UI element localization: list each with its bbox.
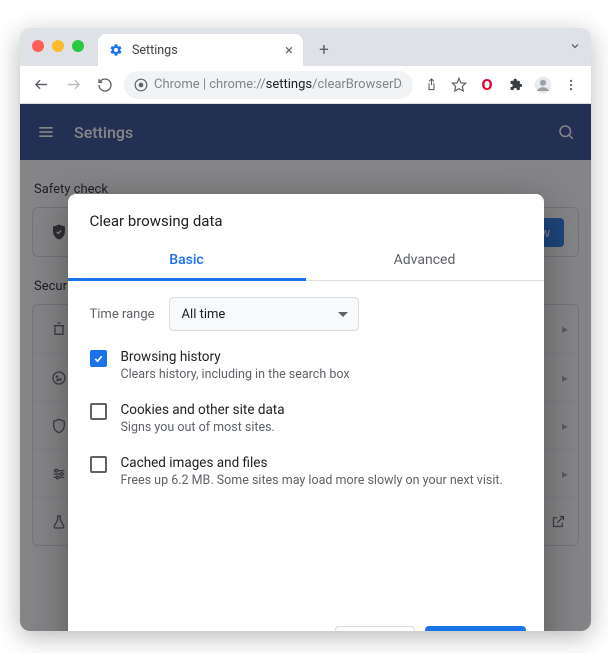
profile-avatar-icon[interactable] xyxy=(531,73,555,97)
time-range-label: Time range xyxy=(90,307,155,322)
time-range-value: All time xyxy=(182,307,226,322)
option-sub: Frees up 6.2 MB. Some sites may load mor… xyxy=(121,473,503,488)
close-window-icon[interactable] xyxy=(32,40,44,52)
tab-advanced[interactable]: Advanced xyxy=(306,242,544,280)
option-sub: Clears history, including in the search … xyxy=(121,367,350,382)
chevron-down-icon xyxy=(338,312,348,317)
extensions-puzzle-icon[interactable] xyxy=(503,73,527,97)
checkbox-cookies[interactable] xyxy=(90,403,107,420)
option-heading: Cookies and other site data xyxy=(121,402,285,418)
option-heading: Cached images and files xyxy=(121,455,503,471)
minimize-window-icon[interactable] xyxy=(52,40,64,52)
checkbox-cache[interactable] xyxy=(90,456,107,473)
forward-button[interactable] xyxy=(60,72,86,98)
clear-data-button[interactable]: Clear data xyxy=(425,626,525,631)
option-browsing-history[interactable]: Browsing history Clears history, includi… xyxy=(90,349,522,382)
url-text: Chrome | chrome://settings/clearBrowserD… xyxy=(154,77,403,92)
new-tab-button[interactable]: + xyxy=(311,37,337,63)
chrome-menu-icon[interactable] xyxy=(559,73,583,97)
opera-extension-icon[interactable]: O xyxy=(475,73,499,97)
tab-strip: Settings × + xyxy=(20,28,591,66)
tab-title: Settings xyxy=(132,43,178,58)
close-tab-icon[interactable]: × xyxy=(285,41,293,59)
address-bar[interactable]: Chrome | chrome://settings/clearBrowserD… xyxy=(124,71,413,99)
window-traffic-lights xyxy=(32,40,84,52)
clear-browsing-data-dialog: Clear browsing data Basic Advanced Time … xyxy=(68,194,544,631)
reload-button[interactable] xyxy=(92,72,118,98)
zoom-window-icon[interactable] xyxy=(72,40,84,52)
share-icon[interactable] xyxy=(419,73,443,97)
tabs-overflow-icon[interactable] xyxy=(569,40,581,52)
settings-page: Settings Safety check Check now Security… xyxy=(20,104,591,631)
option-heading: Browsing history xyxy=(121,349,350,365)
dialog-tabs: Basic Advanced xyxy=(68,242,544,281)
browser-tab-settings[interactable]: Settings × xyxy=(98,34,303,66)
tab-basic[interactable]: Basic xyxy=(68,242,306,280)
option-cache[interactable]: Cached images and files Frees up 6.2 MB.… xyxy=(90,455,522,488)
back-button[interactable] xyxy=(28,72,54,98)
option-cookies[interactable]: Cookies and other site data Signs you ou… xyxy=(90,402,522,435)
browser-toolbar: Chrome | chrome://settings/clearBrowserD… xyxy=(20,66,591,104)
browser-window: Settings × + Chrome | chrome://settings/… xyxy=(20,28,591,631)
option-sub: Signs you out of most sites. xyxy=(121,420,285,435)
time-range-select[interactable]: All time xyxy=(169,297,359,331)
checkbox-browsing-history[interactable] xyxy=(90,350,107,367)
bookmark-star-icon[interactable] xyxy=(447,73,471,97)
cancel-button[interactable]: Cancel xyxy=(335,626,415,631)
gear-icon xyxy=(108,42,124,58)
site-info-icon[interactable] xyxy=(134,78,148,92)
dialog-title: Clear browsing data xyxy=(68,194,544,242)
